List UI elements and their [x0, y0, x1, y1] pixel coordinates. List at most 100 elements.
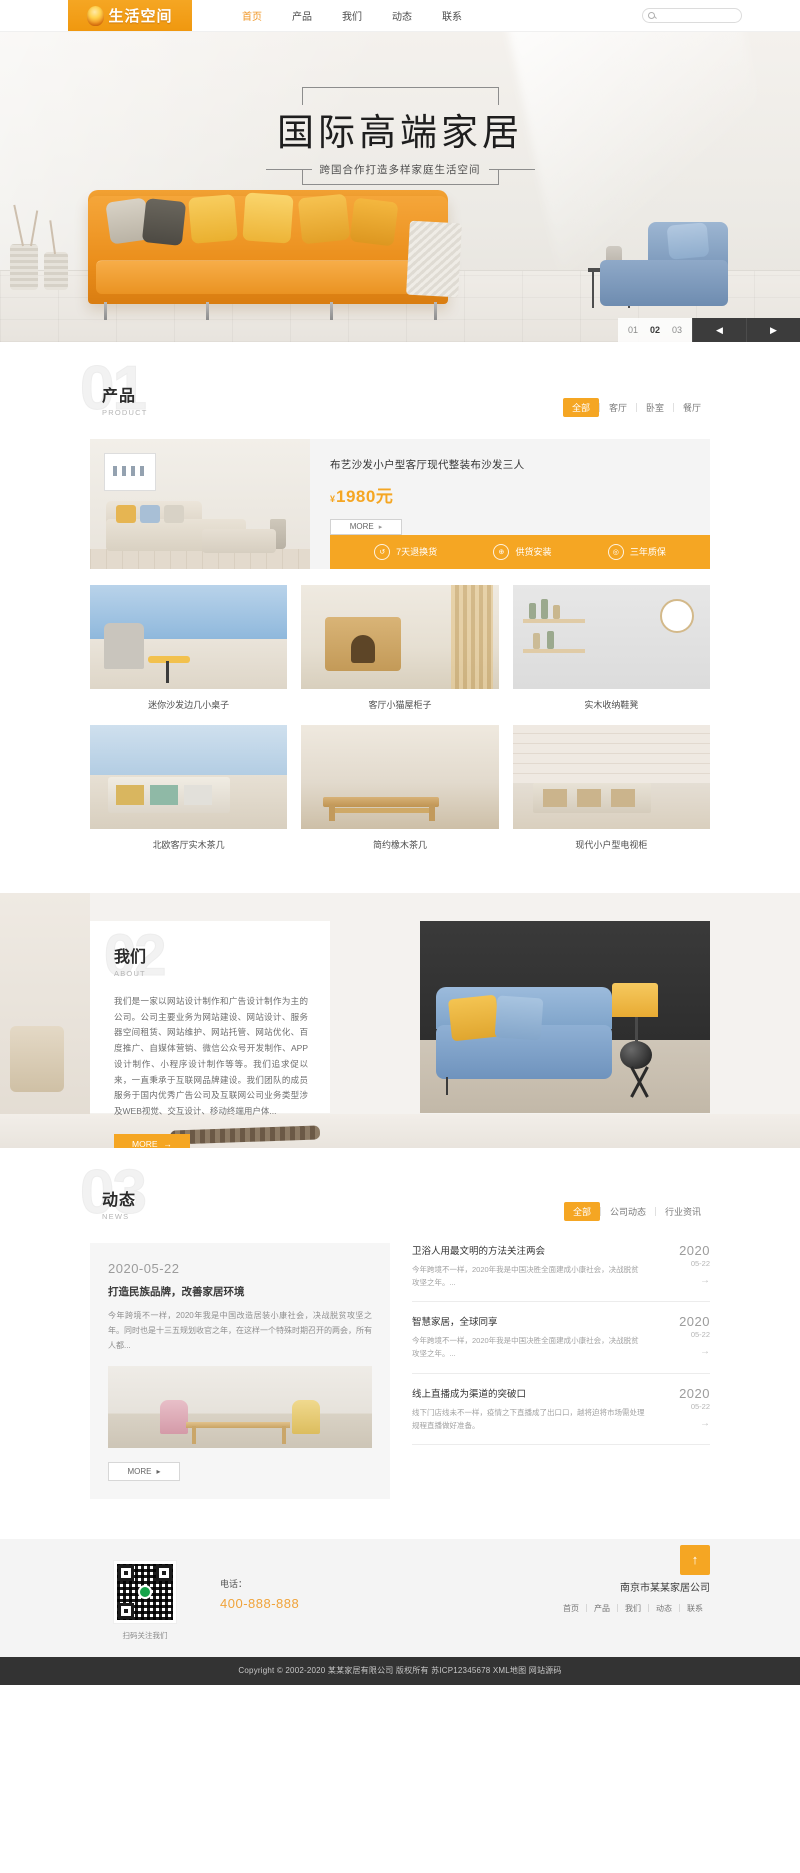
thumb-wall-clock — [659, 599, 694, 633]
thumb-shelf-upper — [522, 619, 585, 623]
news-tab-all[interactable]: 全部 — [563, 1202, 600, 1221]
thumb-shelf-lower — [522, 649, 585, 653]
hero-pillow-3 — [188, 194, 238, 244]
product-card[interactable]: 客厅小猫屋柜子 — [301, 585, 499, 711]
thumb-drawer-3 — [184, 785, 212, 805]
news-table-leg-right — [282, 1425, 286, 1444]
product-tab-dining-room[interactable]: 餐厅 — [674, 398, 710, 417]
hero-sofa-leg-1 — [104, 302, 107, 320]
hero-slide-indicator-1[interactable]: 01 — [628, 325, 638, 335]
service-label-warranty: 三年质保 — [629, 547, 666, 558]
product-tab-living-room[interactable]: 客厅 — [600, 398, 636, 417]
hero-sofa-leg-3 — [330, 302, 333, 320]
about-title-cn: 我们 — [114, 949, 147, 966]
price-currency-symbol: ¥ — [330, 494, 336, 504]
logo-text: 生活空间 — [108, 9, 173, 25]
news-item-monthday: 05-22 — [690, 1330, 710, 1340]
product-tab-all[interactable]: 全部 — [562, 398, 599, 417]
featured-pillow-1 — [116, 505, 136, 523]
service-label-return: 7天退换货 — [396, 547, 438, 558]
nav-item-contact[interactable]: 联系 — [440, 8, 464, 23]
hero-subtitle-row: 跨国合作打造多样家庭生活空间 — [0, 162, 800, 177]
footer-nav-contact[interactable]: 联系 — [680, 1603, 710, 1614]
news-item-year: 2020 — [679, 1243, 710, 1258]
nav-item-home[interactable]: 首页 — [240, 8, 264, 23]
products-title-cn: 产品 — [102, 388, 137, 405]
news-list-item[interactable]: 线上直播成为渠道的突破口 线下门店线未不一样，疫情之下直播成了出口口，越将迫将市… — [412, 1374, 710, 1445]
arrow-right-icon: → — [163, 1138, 173, 1148]
copyright-bar: Copyright © 2002-2020 某某家居有限公司 版权所有 苏ICP… — [0, 1656, 800, 1685]
product-thumbnail — [90, 725, 288, 829]
nav-item-products[interactable]: 产品 — [290, 8, 314, 23]
news-list-item[interactable]: 智慧家居，全球同享 今年跨境不一样，2020年我是中国决胜全面建成小康社会，决战… — [412, 1302, 710, 1374]
hero-title: 国际高端家居 — [277, 113, 523, 154]
arrow-up-icon: ↑ — [691, 1552, 699, 1568]
news-featured-card[interactable]: 2020-05-22 打造民族品牌，改善家居环境 今年跨境不一样，2020年我是… — [90, 1243, 390, 1499]
product-thumbnail — [90, 585, 288, 689]
hero-plant-vase-left-2 — [44, 252, 68, 290]
product-tab-bedroom[interactable]: 卧室 — [637, 398, 673, 417]
about-title-en: ABOUT — [114, 969, 146, 978]
news-tab-company[interactable]: 公司动态 — [601, 1202, 655, 1221]
qr-eye-top-right — [156, 1564, 172, 1581]
product-caption: 北欧客厅实木茶几 — [152, 840, 225, 850]
nav-item-news[interactable]: 动态 — [390, 8, 414, 23]
footer-phone-number: 400-888-888 — [220, 1595, 300, 1611]
hero-sofa-leg-4 — [434, 302, 437, 320]
news-item-title: 线上直播成为渠道的突破口 — [412, 1388, 527, 1400]
hero-slide-indicator-3[interactable]: 03 — [672, 325, 682, 335]
product-card[interactable]: 现代小户型电视柜 — [512, 725, 710, 851]
truck-icon: ⊕ — [493, 543, 510, 560]
news-list-item[interactable]: 卫浴人用最文明的方法关注两会 今年跨境不一样，2020年我是中国决胜全面建成小康… — [412, 1243, 710, 1303]
product-thumbnail — [301, 585, 499, 689]
news-item-meta: 2020 05-22 → — [658, 1314, 710, 1360]
product-caption: 现代小户型电视柜 — [575, 840, 648, 850]
footer-nav-about[interactable]: 我们 — [618, 1603, 648, 1614]
about-more-button[interactable]: MORE → — [114, 1133, 190, 1148]
featured-more-button[interactable]: MORE ▸ — [330, 519, 402, 535]
news-chair-right — [292, 1399, 320, 1434]
about-more-label: MORE — [132, 1138, 158, 1148]
hero-next-button[interactable]: ▶ — [746, 318, 800, 342]
news-featured-image — [108, 1365, 372, 1448]
arrow-right-icon: → — [700, 1417, 710, 1429]
back-to-top-button[interactable]: ↑ — [680, 1544, 710, 1575]
featured-product-card[interactable]: 布艺沙发小户型客厅现代整装布沙发三人 ¥ 1980元 MORE ▸ ↺ 7天退换… — [90, 439, 710, 569]
hero-blanket — [406, 220, 462, 298]
hero-prev-button[interactable]: ◀ — [692, 318, 746, 342]
search-input[interactable] — [659, 11, 736, 20]
hero-text-block: 国际高端家居 跨国合作打造多样家庭生活空间 — [0, 87, 800, 185]
news-item-main: 线上直播成为渠道的突破口 线下门店线未不一样，疫情之下直播成了出口口，越将迫将市… — [412, 1386, 646, 1432]
hero-pillow-2 — [141, 198, 187, 246]
arrow-right-icon: → — [700, 1275, 710, 1286]
search-box[interactable] — [642, 8, 742, 23]
product-card[interactable]: 简约橡木茶几 — [301, 725, 499, 851]
nav-item-about[interactable]: 我们 — [340, 8, 364, 23]
hero-pillow-6 — [349, 197, 399, 247]
news-title-cn: 动态 — [102, 1192, 137, 1209]
featured-product-image — [90, 439, 310, 569]
product-card[interactable]: 迷你沙发边几小桌子 — [90, 585, 288, 711]
footer-qr-block: 扫码关注我们 — [90, 1560, 200, 1641]
header-search — [642, 0, 742, 31]
about-x-table — [610, 1065, 670, 1095]
footer-nav-home[interactable]: 首页 — [556, 1603, 586, 1614]
news-more-button[interactable]: MORE ▸ — [108, 1461, 180, 1481]
hero-pillow-5 — [297, 193, 351, 245]
product-card[interactable]: 实木收纳鞋凳 — [512, 585, 710, 711]
about-section: 02 我们 ABOUT 我们是一家以网站设计制作和广告设计制作为主的公司。公司主… — [0, 893, 800, 1148]
featured-floor — [90, 549, 310, 569]
news-tab-industry[interactable]: 行业资讯 — [656, 1202, 710, 1221]
qr-eye-bottom-left — [118, 1602, 134, 1619]
thumb-chair — [104, 623, 144, 669]
news-item-title: 智慧家居，全球同享 — [412, 1317, 498, 1329]
product-card[interactable]: 北欧客厅实木茶几 — [90, 725, 288, 851]
news-featured-excerpt: 今年跨境不一样，2020年我是中国改造居装小康社会，决战脱贫攻坚之年。同时也是十… — [108, 1311, 372, 1351]
site-logo[interactable]: 生活空间 — [68, 0, 192, 31]
footer-nav-news[interactable]: 动态 — [649, 1603, 679, 1614]
hero-slide-indicator-2[interactable]: 02 — [650, 325, 660, 335]
footer-nav-products[interactable]: 产品 — [587, 1603, 617, 1614]
hero-armchair — [600, 260, 728, 306]
news-item-desc: 线下门店线未不一样，疫情之下直播成了出口口，越将迫将市场需处理规程直播做好准备。 — [412, 1407, 645, 1430]
hero-plant-vase-left — [10, 244, 38, 290]
